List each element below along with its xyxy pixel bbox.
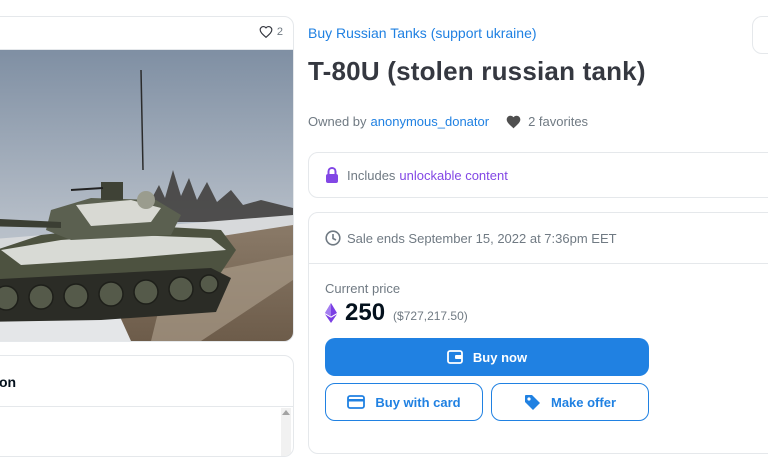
owner-prefix: Owned by xyxy=(308,114,367,129)
wallet-icon xyxy=(447,350,463,364)
unlockable-content-card[interactable]: Includes unlockable content xyxy=(308,152,768,198)
item-title: T-80U (stolen russian tank) xyxy=(308,56,646,86)
price-row: 250 ($727,217.50) xyxy=(325,299,468,327)
sale-ends: Sale ends September 15, 2022 at 7:36pm E… xyxy=(347,230,617,246)
favorite-toggle[interactable]: 2 xyxy=(259,25,283,38)
buy-with-card-label: Buy with card xyxy=(375,394,461,410)
price-usd: ($727,217.50) xyxy=(393,309,468,323)
media-header: 2 xyxy=(0,17,293,50)
tank-photo xyxy=(0,50,293,341)
clock-icon xyxy=(325,230,341,246)
owner-row: Owned by anonymous_donator 2 favorites xyxy=(308,114,588,129)
description-card: on xyxy=(0,355,294,457)
buy-with-card-button[interactable]: Buy with card xyxy=(325,383,483,421)
sale-header: Sale ends September 15, 2022 at 7:36pm E… xyxy=(309,213,768,264)
unlockable-prefix: Includes xyxy=(347,167,396,183)
sale-card: Sale ends September 15, 2022 at 7:36pm E… xyxy=(308,212,768,454)
buy-now-label: Buy now xyxy=(472,349,528,365)
nft-media-card: 2 xyxy=(0,16,294,342)
scroll-up-arrow-icon[interactable] xyxy=(282,410,290,415)
description-divider xyxy=(0,406,293,407)
unlockable-link[interactable]: unlockable content xyxy=(399,168,507,183)
heart-filled-icon xyxy=(505,114,522,129)
price-value: 250 xyxy=(345,299,386,326)
favorites-label: 2 favorites xyxy=(528,114,589,129)
buy-now-button[interactable]: Buy now xyxy=(325,338,649,376)
price-label: Current price xyxy=(325,281,401,296)
scrollbar[interactable] xyxy=(281,408,291,456)
favorites-count: 2 favorites xyxy=(505,114,588,129)
description-title: on xyxy=(0,374,17,390)
favorite-count: 2 xyxy=(276,25,283,38)
ethereum-icon xyxy=(325,303,337,323)
credit-card-icon xyxy=(347,395,366,409)
tag-icon xyxy=(524,394,541,411)
lock-icon xyxy=(325,167,339,183)
collection-link[interactable]: Buy Russian Tanks (support ukraine) xyxy=(308,25,537,41)
make-offer-button[interactable]: Make offer xyxy=(491,383,649,421)
heart-outline-icon[interactable] xyxy=(259,25,273,38)
owner-link[interactable]: anonymous_donator xyxy=(371,114,490,129)
make-offer-label: Make offer xyxy=(550,394,617,410)
toolbar-button[interactable] xyxy=(752,16,768,54)
